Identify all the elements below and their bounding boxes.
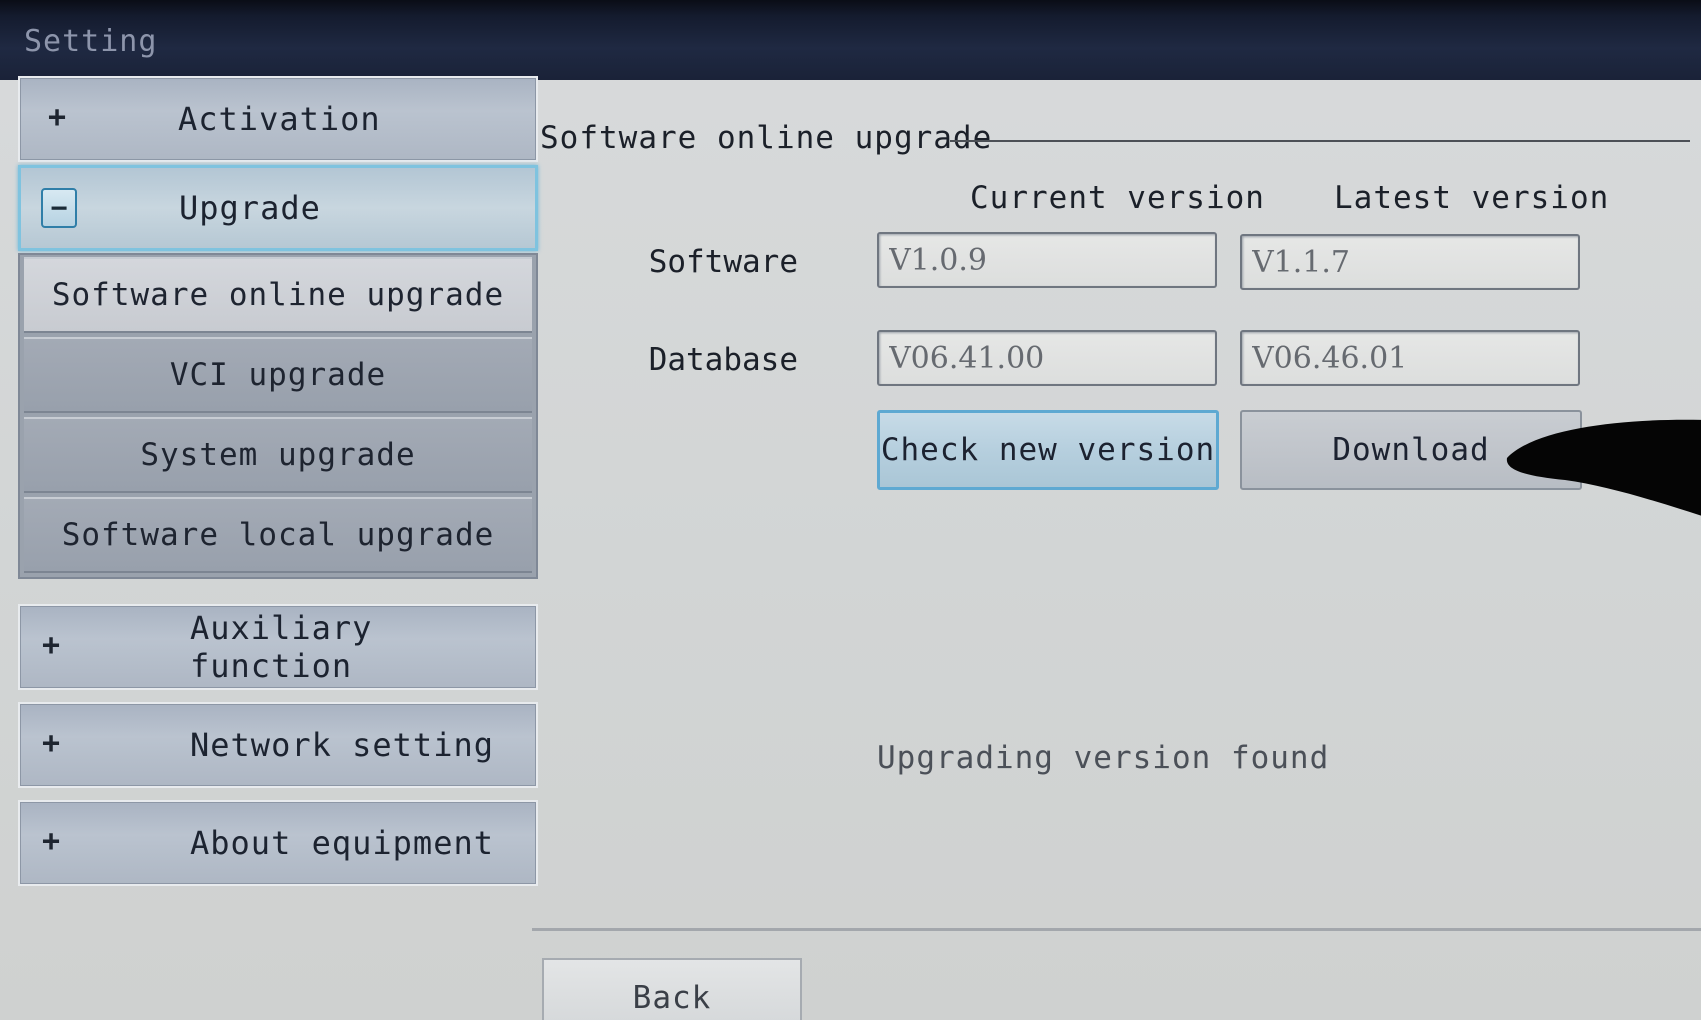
sidebar-item-label: Auxiliary function xyxy=(190,609,373,685)
sidebar-item-upgrade[interactable]: − Upgrade xyxy=(18,165,538,251)
submenu-item-vci-upgrade[interactable]: VCI upgrade xyxy=(24,337,532,413)
sidebar-item-label: About equipment xyxy=(190,824,494,862)
download-button[interactable]: Download xyxy=(1240,410,1582,490)
back-button[interactable]: Back xyxy=(542,958,802,1020)
section-divider xyxy=(950,140,1690,142)
row-label-database: Database xyxy=(648,342,798,378)
status-message: Upgrading version found xyxy=(877,740,1330,776)
expand-plus-icon: + xyxy=(48,100,67,135)
sidebar-item-label: Upgrade xyxy=(179,189,321,227)
database-latest-version-field[interactable] xyxy=(1240,330,1580,386)
sidebar-item-network-setting[interactable]: + Network setting xyxy=(18,702,538,788)
collapse-minus-icon: − xyxy=(41,188,77,228)
expand-plus-icon: + xyxy=(42,726,61,761)
sidebar-item-label: Activation xyxy=(178,100,381,138)
sidebar-item-label: Network setting xyxy=(190,726,494,764)
database-current-version-field[interactable] xyxy=(877,330,1217,386)
software-latest-version-field[interactable] xyxy=(1240,234,1580,290)
submenu-item-software-online-upgrade[interactable]: Software online upgrade xyxy=(24,257,532,333)
upgrade-panel: Software online upgrade Current version … xyxy=(532,76,1701,1020)
title-bar: Setting xyxy=(0,0,1701,80)
check-new-version-button[interactable]: Check new version xyxy=(877,410,1219,490)
device-screen: Setting + Activation − Upgrade Software … xyxy=(0,0,1701,1020)
sidebar-item-activation[interactable]: + Activation xyxy=(18,76,538,162)
footer-divider xyxy=(532,928,1701,931)
settings-sidebar: + Activation − Upgrade Software online u… xyxy=(12,76,538,1020)
column-header-current: Current version xyxy=(970,180,1265,216)
upgrade-submenu: Software online upgrade VCI upgrade Syst… xyxy=(18,253,538,579)
row-label-software: Software xyxy=(648,244,798,280)
submenu-item-system-upgrade[interactable]: System upgrade xyxy=(24,417,532,493)
sidebar-item-auxiliary-function[interactable]: + Auxiliary function xyxy=(18,604,538,690)
expand-plus-icon: + xyxy=(42,824,61,859)
software-current-version-field[interactable] xyxy=(877,232,1217,288)
section-title: Software online upgrade xyxy=(540,120,993,156)
submenu-item-software-local-upgrade[interactable]: Software local upgrade xyxy=(24,497,532,573)
sidebar-item-about-equipment[interactable]: + About equipment xyxy=(18,800,538,886)
window-title: Setting xyxy=(24,24,158,59)
expand-plus-icon: + xyxy=(42,628,61,663)
column-header-latest: Latest version xyxy=(1334,180,1610,216)
